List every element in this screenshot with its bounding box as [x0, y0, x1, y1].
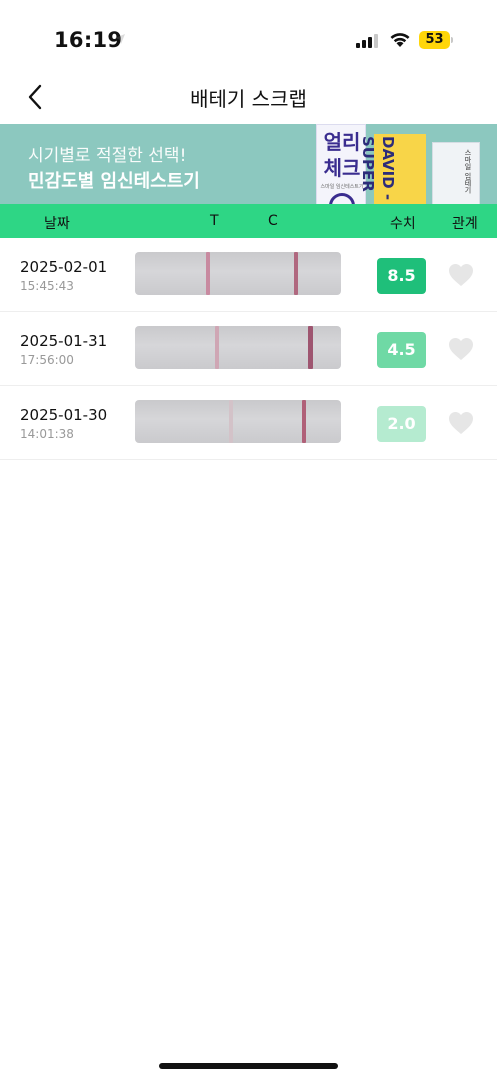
promo-banner[interactable]: 시기별로 적절한 선택! 민감도별 임신테스트기 얼리 체크 스마일 임신테스트…	[0, 124, 497, 204]
table-row[interactable]: 2025-01-30 14:01:38 2.0	[0, 386, 497, 460]
home-indicator[interactable]	[159, 1063, 338, 1069]
column-header-date: 날짜	[44, 216, 70, 232]
score-badge: 2.0	[377, 406, 426, 442]
heart-icon[interactable]	[448, 337, 474, 361]
row-time: 14:01:38	[20, 427, 74, 441]
table-row[interactable]: 2025-01-31 17:56:00 4.5	[0, 312, 497, 386]
wifi-icon	[390, 33, 410, 47]
test-strip-image[interactable]	[135, 326, 341, 369]
nav-bar: 배테기 스크랩	[0, 70, 497, 124]
strip-t-line	[229, 400, 233, 443]
product-box-david-super: DAVID -SUPER	[359, 134, 426, 204]
table-header: 날짜 T C 수치 관계	[0, 204, 497, 238]
row-date: 2025-01-31	[20, 332, 108, 350]
product-box-david-super-label: DAVID -SUPER	[359, 136, 397, 201]
row-date: 2025-02-01	[20, 258, 108, 276]
heart-icon[interactable]	[448, 263, 474, 287]
strip-c-line	[308, 326, 313, 369]
heart-icon[interactable]	[448, 411, 474, 435]
battery-indicator: 53	[419, 31, 453, 49]
page-title: 배테기 스크랩	[190, 87, 307, 111]
table-row[interactable]: 2025-02-01 15:45:43 8.5	[0, 238, 497, 312]
battery-cap	[451, 37, 453, 43]
status-bar: 16:19 53	[0, 0, 497, 70]
status-time: 16:19	[54, 28, 123, 52]
product-box-logo	[329, 193, 355, 204]
cellular-signal-icon	[356, 34, 378, 48]
test-strip-image[interactable]	[135, 400, 341, 443]
strip-c-line	[302, 400, 306, 443]
test-strip-image[interactable]	[135, 252, 341, 295]
battery-level: 53	[425, 32, 444, 47]
column-header-c: C	[268, 213, 278, 229]
column-header-value: 수치	[390, 216, 416, 232]
banner-subheadline: 민감도별 임신테스트기	[28, 171, 200, 192]
column-header-relation: 관계	[452, 216, 478, 232]
strip-c-line	[294, 252, 298, 295]
strip-t-line	[206, 252, 210, 295]
row-time: 17:56:00	[20, 353, 74, 367]
row-time: 15:45:43	[20, 279, 74, 293]
column-header-t: T	[210, 213, 219, 229]
strip-t-line	[215, 326, 219, 369]
score-badge: 8.5	[377, 258, 426, 294]
score-badge: 4.5	[377, 332, 426, 368]
location-arrow-icon	[115, 34, 125, 44]
product-box-smile-label: 스마일 임테기	[464, 149, 472, 194]
banner-headline: 시기별로 적절한 선택!	[28, 146, 187, 166]
row-date: 2025-01-30	[20, 406, 108, 424]
product-box-smile: 스마일 임테기	[432, 142, 480, 204]
